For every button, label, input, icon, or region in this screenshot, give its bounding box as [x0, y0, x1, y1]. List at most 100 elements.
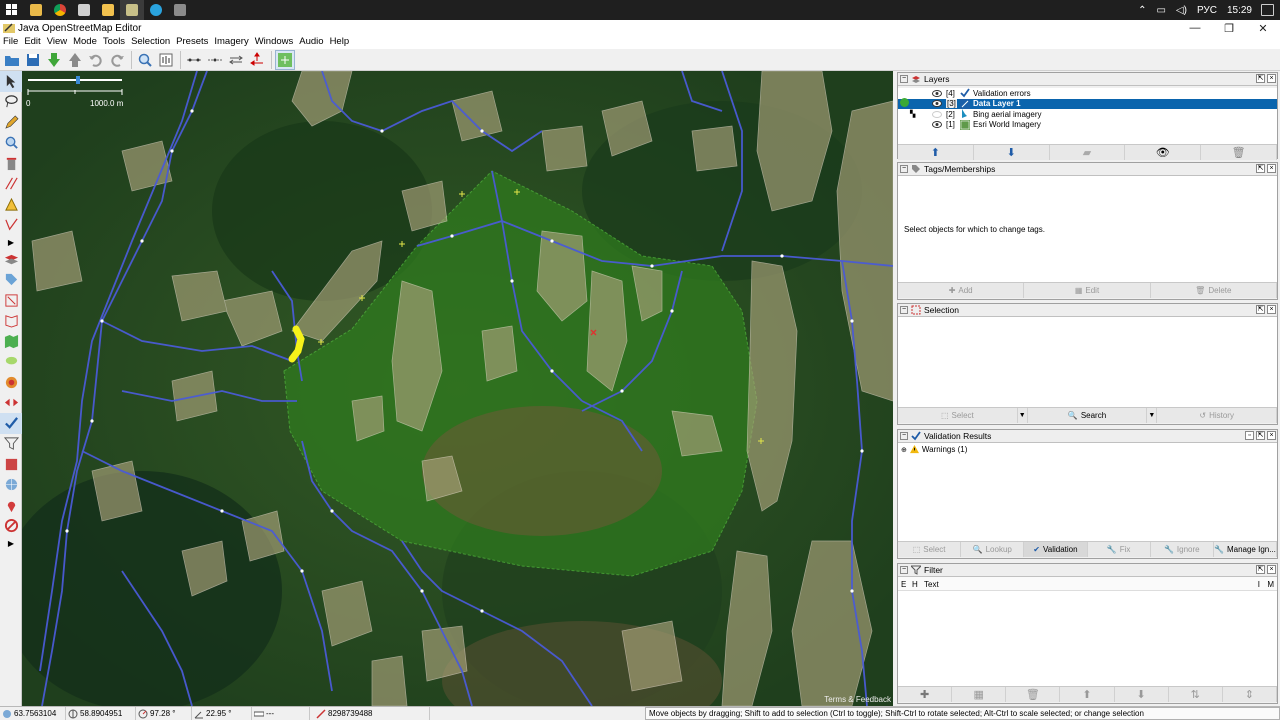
notes-tool-button[interactable]	[0, 495, 22, 516]
lasso-select-button[interactable]	[0, 352, 22, 373]
taskbar-app-chrome[interactable]	[48, 0, 72, 20]
taskbar-app-explorer[interactable]	[24, 0, 48, 20]
move-nodes-button[interactable]	[247, 50, 267, 70]
move-down-button[interactable]: ⬇	[974, 145, 1050, 160]
layer-row-data-layer-1[interactable]: [3] Data Layer 1	[898, 97, 1277, 109]
drag-handle-icon[interactable]: ▚	[910, 110, 915, 118]
map-tool-button[interactable]	[0, 331, 22, 352]
eye-icon[interactable]	[932, 89, 942, 97]
detach-button[interactable]: ⇱	[1256, 305, 1265, 314]
layer-row-esri[interactable]: [1] Esri World Imagery	[898, 119, 1277, 131]
undo-button[interactable]	[86, 50, 106, 70]
collapse-toggle[interactable]: −	[900, 75, 908, 83]
selection-panel-header[interactable]: − Selection ⇱ ×	[898, 304, 1277, 317]
add-filter-button[interactable]: ✚	[898, 687, 953, 702]
close-panel-button[interactable]: ×	[1267, 431, 1276, 440]
changeset-tool-button[interactable]	[0, 393, 22, 414]
download-button[interactable]	[44, 50, 64, 70]
menu-help[interactable]: Help	[327, 36, 353, 49]
column-inverted[interactable]: I	[1258, 580, 1260, 589]
menu-imagery[interactable]: Imagery	[211, 36, 251, 49]
save-button[interactable]	[23, 50, 43, 70]
eye-icon[interactable]	[932, 100, 942, 108]
taskbar-app-josm[interactable]	[120, 0, 144, 20]
run-validation-button[interactable]: ✔ Validation	[1024, 542, 1088, 557]
close-panel-button[interactable]: ×	[1267, 305, 1276, 314]
attribution-link[interactable]: Terms & Feedback	[824, 695, 891, 704]
minimize-button[interactable]: —	[1178, 20, 1212, 36]
relation-tool-button[interactable]	[0, 290, 22, 311]
conflict-tool-button[interactable]	[0, 372, 22, 393]
clock[interactable]: 15:29	[1227, 5, 1252, 16]
tags-panel-header[interactable]: − Tags/Memberships ⇱ ×	[898, 163, 1277, 176]
taskbar-app-folder[interactable]	[96, 0, 120, 20]
start-button[interactable]	[0, 0, 24, 20]
close-button[interactable]: ✕	[1246, 20, 1280, 36]
filter-tool-button[interactable]	[0, 434, 22, 455]
language-indicator[interactable]: РУС	[1197, 5, 1217, 16]
add-tag-button[interactable]: ✚ Add	[898, 283, 1025, 298]
history-tool-button[interactable]	[0, 454, 22, 475]
menu-windows[interactable]: Windows	[252, 36, 297, 49]
multipolygon-tool-button[interactable]	[0, 311, 22, 332]
maximize-button[interactable]: ❐	[1212, 20, 1246, 36]
zoom-mode-button[interactable]	[0, 133, 22, 154]
no-entry-tool-button[interactable]	[0, 516, 22, 537]
menu-view[interactable]: View	[44, 36, 70, 49]
more-tools-arrow[interactable]: ▶	[0, 235, 22, 249]
preferences-button[interactable]	[156, 50, 176, 70]
layer-row-validation-errors[interactable]: [4] Validation errors	[898, 88, 1277, 99]
menu-file[interactable]: File	[0, 36, 21, 49]
volume-icon[interactable]: ◁)	[1176, 5, 1187, 16]
ignore-button[interactable]: 🔧 Ignore	[1151, 542, 1214, 557]
map-view[interactable]: 0 1000.0 m Terms & Feedback	[22, 71, 893, 706]
menu-edit[interactable]: Edit	[21, 36, 43, 49]
sort-filter-button[interactable]: ⇅	[1169, 687, 1223, 702]
column-hiding[interactable]: H	[912, 580, 918, 589]
author-tool-button[interactable]	[0, 475, 22, 496]
detach-button[interactable]: ⇱	[1256, 164, 1265, 173]
edit-filter-button[interactable]: ▦	[952, 687, 1007, 702]
delete-mode-button[interactable]	[0, 153, 22, 174]
open-button[interactable]	[2, 50, 22, 70]
eye-icon[interactable]	[932, 121, 942, 129]
split-way-button[interactable]	[184, 50, 204, 70]
parallel-mode-button[interactable]	[0, 174, 22, 195]
move-filter-down-button[interactable]: ⬇	[1115, 687, 1169, 702]
close-panel-button[interactable]: ×	[1267, 164, 1276, 173]
eye-hidden-icon[interactable]	[932, 110, 942, 118]
move-up-button[interactable]: ⬆	[898, 145, 974, 160]
merge-layer-button[interactable]: ▰	[1050, 145, 1126, 160]
history-button[interactable]: ↺ History	[1157, 408, 1278, 423]
lookup-button[interactable]: 🔍 Lookup	[961, 542, 1025, 557]
menu-tools[interactable]: Tools	[100, 36, 128, 49]
menu-selection[interactable]: Selection	[128, 36, 173, 49]
lasso-mode-button[interactable]	[0, 92, 22, 113]
search-dropdown[interactable]: ▼	[1147, 408, 1158, 423]
zoom-button[interactable]	[135, 50, 155, 70]
upload-button[interactable]	[65, 50, 85, 70]
tag-tool-button[interactable]	[0, 270, 22, 291]
collapse-toggle[interactable]: −	[900, 432, 908, 440]
combine-way-button[interactable]	[205, 50, 225, 70]
expand-icon[interactable]: ⊕	[901, 446, 907, 454]
selection-list[interactable]	[898, 317, 1277, 407]
delete-layer-button[interactable]: 🗑	[1201, 145, 1277, 160]
collapse-toggle[interactable]: −	[900, 165, 908, 173]
tree-item-warnings[interactable]: ⊕ Warnings (1)	[898, 443, 1277, 454]
menu-audio[interactable]: Audio	[296, 36, 326, 49]
move-filter-up-button[interactable]: ⬆	[1060, 687, 1115, 702]
column-enabled[interactable]: E	[901, 580, 906, 589]
delete-tag-button[interactable]: 🗑 Delete	[1151, 283, 1277, 298]
column-mode[interactable]: M	[1267, 580, 1274, 589]
select-dropdown[interactable]: ▼	[1018, 408, 1028, 423]
manage-ignore-button[interactable]: 🔧 Manage Ign...	[1214, 542, 1278, 557]
tray-chevron-icon[interactable]: ⌃	[1138, 5, 1146, 16]
settings-button[interactable]: ▫	[1245, 431, 1254, 440]
detach-button[interactable]: ⇱	[1256, 74, 1265, 83]
menu-mode[interactable]: Mode	[70, 36, 100, 49]
improve-way-button[interactable]	[0, 215, 22, 236]
taskbar-app-desktop[interactable]	[72, 0, 96, 20]
detach-button[interactable]: ⇱	[1256, 431, 1265, 440]
building-tool-button[interactable]	[0, 249, 22, 270]
